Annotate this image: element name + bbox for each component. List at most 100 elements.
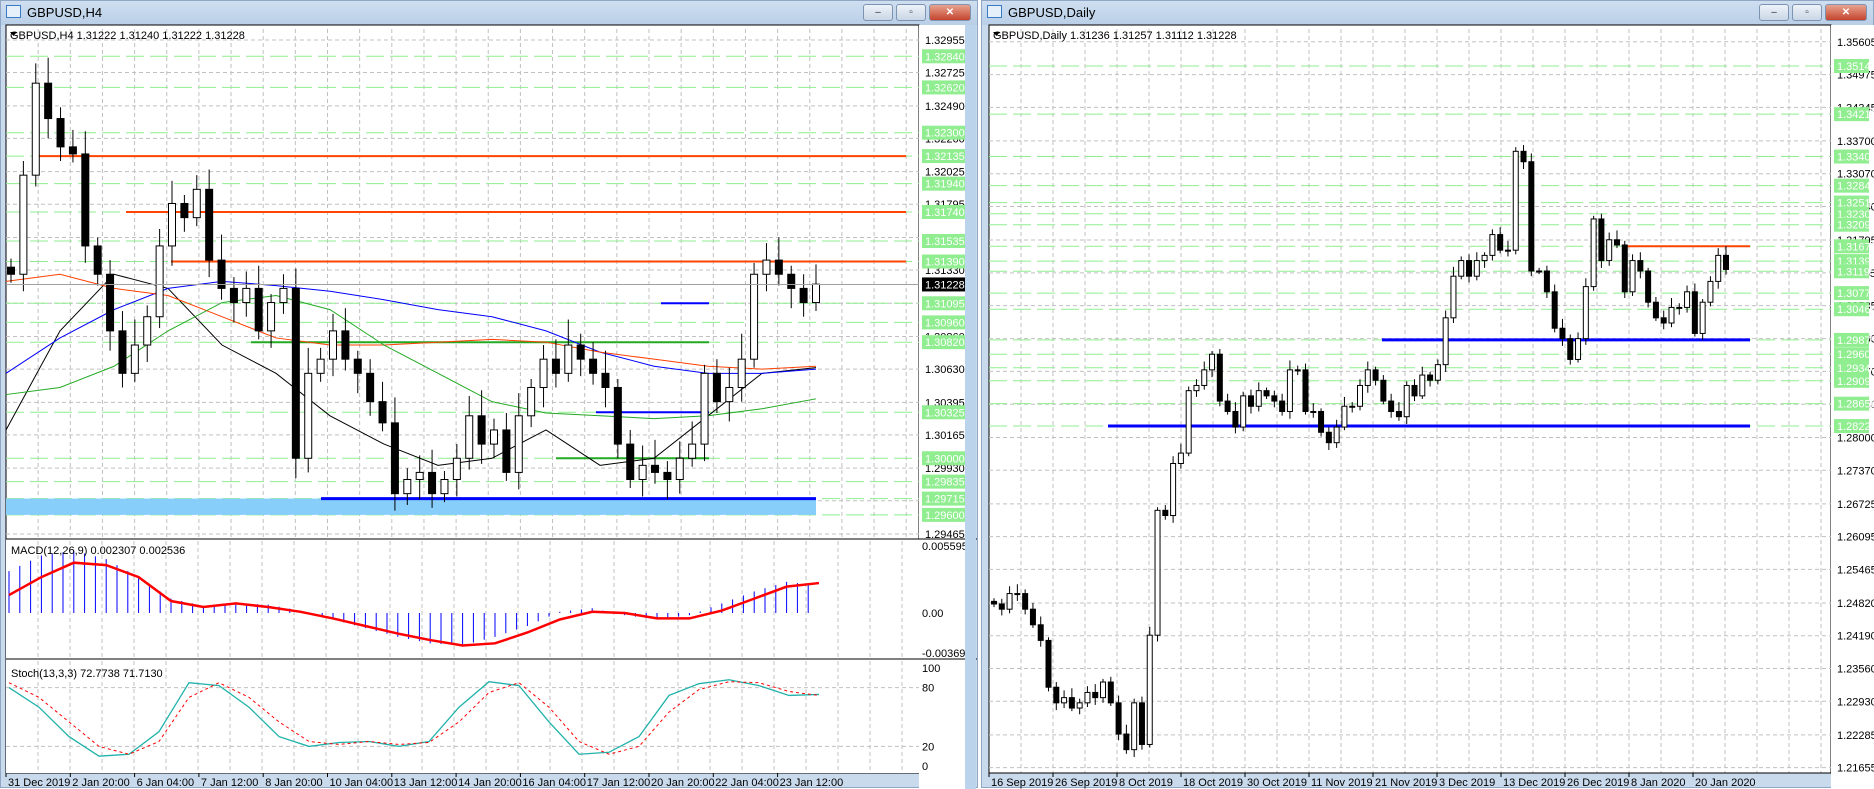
time-label: 8 Jan 20:00 [265, 777, 323, 789]
bear-candle [1613, 239, 1620, 246]
bear-candle [56, 118, 65, 148]
bear-candle [428, 471, 437, 495]
bull-candle [1170, 463, 1177, 517]
bear-candle [118, 330, 127, 374]
bull-candle [1458, 260, 1465, 277]
level-label: 1.30960 [925, 317, 965, 329]
bull-candle [1201, 369, 1208, 386]
macd-tick-label: 0.00 [922, 608, 943, 620]
bear-candle [1115, 702, 1122, 735]
bear-candle [787, 273, 796, 289]
bull-candle [403, 478, 412, 495]
bear-candle [229, 287, 238, 304]
bear-candle [205, 188, 214, 261]
level-label: 1.31390 [925, 257, 965, 269]
level-label: 1.30000 [925, 453, 965, 465]
bull-candle [1240, 395, 1247, 428]
bull-candle [1715, 254, 1722, 282]
level-label: 1.31940 [925, 179, 965, 191]
bull-candle [1504, 249, 1511, 252]
bull-candle [1255, 390, 1262, 407]
time-label: 7 Jan 12:00 [201, 777, 259, 789]
bear-candle [1092, 691, 1099, 699]
time-label: 14 Jan 20:00 [458, 777, 522, 789]
bear-candle [366, 372, 375, 403]
bull-candle [19, 174, 28, 275]
level-label: 1.30775 [1837, 288, 1874, 300]
time-label: 18 Oct 2019 [1183, 777, 1243, 789]
bear-candle [341, 330, 350, 360]
bull-candle [1310, 410, 1317, 413]
bear-candle [1427, 374, 1434, 381]
bear-candle [1037, 624, 1044, 641]
time-label: 11 Nov 2019 [1311, 777, 1373, 789]
bear-candle [551, 358, 560, 374]
time-label: 3 Dec 2019 [1439, 777, 1495, 789]
bull-candle [1629, 260, 1636, 293]
stoch-tick-label: 0 [922, 761, 928, 773]
level-label: 1.31535 [925, 236, 965, 248]
bull-candle [1442, 317, 1449, 366]
bull-candle [1364, 369, 1371, 386]
level-label: 1.32300 [925, 128, 965, 140]
bear-candle [1138, 702, 1145, 745]
bull-candle [1286, 369, 1293, 412]
bull-candle [1084, 691, 1091, 704]
level-label: 1.30465 [1837, 304, 1874, 316]
time-label: 23 Jan 12:00 [780, 777, 844, 789]
daily-chart-canvas[interactable]: 1.356051.349751.343451.337001.330701.324… [982, 1, 1874, 789]
bull-candle [1061, 697, 1068, 704]
bear-candle [712, 372, 721, 403]
bear-candle [1395, 410, 1402, 418]
bear-candle [1271, 395, 1278, 402]
level-label: 1.33400 [1837, 152, 1874, 164]
bear-candle [68, 146, 77, 155]
price-tick-label: 1.32490 [925, 101, 965, 113]
bear-candle [1053, 686, 1060, 704]
level-label: 1.35140 [1837, 61, 1874, 73]
bear-candle [106, 273, 115, 332]
bear-candle [613, 386, 622, 445]
bear-candle [1302, 369, 1309, 412]
bull-candle [514, 415, 523, 473]
indicator-area [6, 539, 919, 773]
bear-candle [1388, 400, 1395, 412]
stoch-tick-label: 20 [922, 741, 934, 753]
bull-candle [1185, 390, 1192, 454]
bull-candle [304, 372, 313, 459]
level-label: 1.32620 [925, 82, 965, 94]
bear-candle [774, 259, 783, 275]
bear-candle [663, 471, 672, 480]
level-label: 1.32840 [1837, 181, 1874, 193]
level-label: 1.29600 [925, 510, 965, 522]
bull-candle [267, 302, 276, 332]
time-label: 16 Sep 2019 [991, 777, 1053, 789]
bull-candle [1536, 270, 1543, 273]
time-label: 22 Jan 04:00 [715, 777, 779, 789]
bear-candle [291, 287, 300, 459]
bear-candle [1029, 608, 1036, 626]
bull-candle [143, 316, 152, 346]
level-label: 1.29715 [925, 494, 965, 506]
bull-candle [1014, 593, 1021, 596]
bull-candle [1154, 509, 1161, 636]
price-tick-label: 1.32955 [925, 35, 965, 47]
chart-info-label: GBPUSD,Daily 1.31236 1.31257 1.31112 1.3… [993, 30, 1237, 42]
bear-candle [44, 82, 53, 120]
h4-chart-canvas[interactable]: 1.329551.327251.324901.322601.320251.317… [1, 1, 977, 789]
bear-candle [1247, 395, 1254, 407]
price-tick-label: 1.30165 [925, 430, 965, 442]
bull-candle [1684, 291, 1691, 308]
level-label: 1.29340 [1837, 363, 1874, 375]
level-label: 1.32840 [925, 51, 965, 63]
price-tick-label: 1.22930 [1837, 696, 1874, 708]
price-tick-label: 1.23560 [1837, 663, 1874, 675]
bear-candle [1107, 681, 1114, 704]
bear-candle [1123, 733, 1130, 751]
bear-candle [1497, 234, 1504, 251]
level-label: 1.31195 [1837, 266, 1874, 278]
bear-candle [353, 358, 362, 374]
price-tick-label: 1.25465 [1837, 564, 1874, 576]
time-label: 31 Dec 2019 [8, 777, 70, 789]
vertical-scrollbar[interactable] [965, 25, 976, 789]
